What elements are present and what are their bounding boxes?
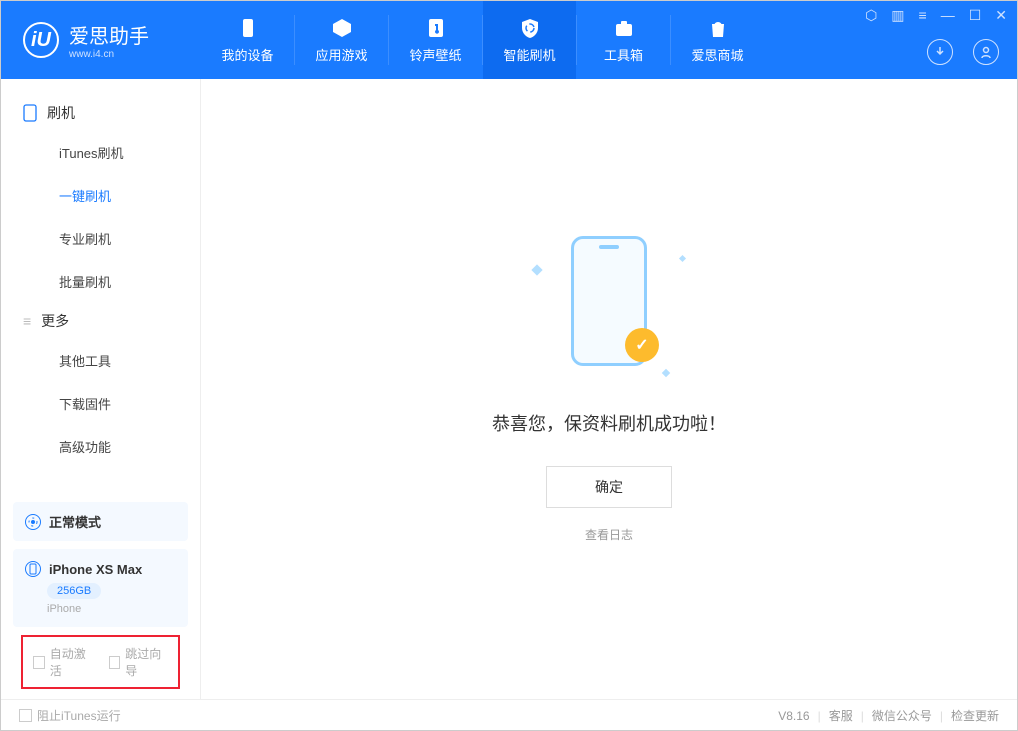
view-log-link[interactable]: 查看日志 xyxy=(585,526,633,543)
tab-flash[interactable]: 智能刷机 xyxy=(483,1,576,79)
sidebar-item-download-fw[interactable]: 下载固件 xyxy=(1,382,200,425)
device-icon xyxy=(25,561,41,577)
app-logo-icon: iU xyxy=(23,22,59,58)
header: iU 爱思助手 www.i4.cn 我的设备 应用游戏 铃声壁纸 智能刷机 工具… xyxy=(1,1,1017,79)
sidebar-item-pro-flash[interactable]: 专业刷机 xyxy=(1,217,200,260)
app-title: 爱思助手 xyxy=(69,20,149,49)
file-music-icon xyxy=(425,17,447,39)
tab-store[interactable]: 爱思商城 xyxy=(671,1,764,79)
device-type: iPhone xyxy=(47,603,81,615)
sidebar-item-advanced[interactable]: 高级功能 xyxy=(1,425,200,468)
phone-outline-icon xyxy=(23,104,37,122)
close-button[interactable]: ✕ xyxy=(995,7,1007,24)
app-subtitle: www.i4.cn xyxy=(69,49,149,60)
menu-icon[interactable]: ≡ xyxy=(919,7,927,24)
cube-icon xyxy=(331,17,353,39)
nav-tabs: 我的设备 应用游戏 铃声壁纸 智能刷机 工具箱 爱思商城 xyxy=(201,1,764,79)
briefcase-icon xyxy=(613,17,635,39)
bag-icon xyxy=(707,17,729,39)
phone-icon xyxy=(237,17,259,39)
block-itunes-checkbox[interactable]: 阻止iTunes运行 xyxy=(19,707,121,724)
minimize-button[interactable]: — xyxy=(941,7,955,24)
sidebar-item-batch-flash[interactable]: 批量刷机 xyxy=(1,260,200,303)
list-icon: ≡ xyxy=(23,313,31,329)
device-mode-label: 正常模式 xyxy=(49,512,101,531)
sidebar-item-other-tools[interactable]: 其他工具 xyxy=(1,339,200,382)
support-link[interactable]: 客服 xyxy=(829,707,853,724)
download-button[interactable] xyxy=(927,39,953,65)
tab-toolbox[interactable]: 工具箱 xyxy=(577,1,670,79)
tab-ringtone[interactable]: 铃声壁纸 xyxy=(389,1,482,79)
device-info-card[interactable]: iPhone XS Max 256GB iPhone xyxy=(13,549,188,627)
titlebar-controls: ⬡ ▥ ≡ — ☐ ✕ xyxy=(865,7,1007,24)
shirt-icon[interactable]: ⬡ xyxy=(865,7,877,24)
device-storage-badge: 256GB xyxy=(47,583,101,599)
device-name: iPhone XS Max xyxy=(49,562,142,577)
auto-activate-checkbox[interactable]: 自动激活 xyxy=(33,645,93,679)
sidebar-item-itunes-flash[interactable]: iTunes刷机 xyxy=(1,131,200,174)
sidebar: 刷机 iTunes刷机 一键刷机 专业刷机 批量刷机 ≡ 更多 其他工具 下载固… xyxy=(1,79,201,699)
user-button[interactable] xyxy=(973,39,999,65)
check-update-link[interactable]: 检查更新 xyxy=(951,707,999,724)
logo-area: iU 爱思助手 www.i4.cn xyxy=(1,20,201,60)
tab-my-device[interactable]: 我的设备 xyxy=(201,1,294,79)
statusbar: 阻止iTunes运行 V8.16 | 客服 | 微信公众号 | 检查更新 xyxy=(1,699,1017,731)
wechat-link[interactable]: 微信公众号 xyxy=(872,707,932,724)
device-area: 正常模式 iPhone XS Max 256GB iPhone 自动激活 跳过向… xyxy=(1,502,200,699)
shield-refresh-icon xyxy=(519,17,541,39)
note-icon[interactable]: ▥ xyxy=(891,7,904,24)
options-highlight-box: 自动激活 跳过向导 xyxy=(21,635,180,689)
main-content: ✓ 恭喜您，保资料刷机成功啦！ 确定 查看日志 xyxy=(201,79,1017,699)
success-message: 恭喜您，保资料刷机成功啦！ xyxy=(492,410,726,436)
version-label: V8.16 xyxy=(778,709,809,723)
skip-guide-checkbox[interactable]: 跳过向导 xyxy=(109,645,169,679)
ok-button[interactable]: 确定 xyxy=(546,466,672,508)
mode-icon xyxy=(25,514,41,530)
sidebar-section-more: ≡ 更多 xyxy=(1,303,200,339)
tab-app-games[interactable]: 应用游戏 xyxy=(295,1,388,79)
maximize-button[interactable]: ☐ xyxy=(969,7,982,24)
success-check-icon: ✓ xyxy=(625,328,659,362)
sidebar-section-flash: 刷机 xyxy=(1,95,200,131)
header-actions xyxy=(927,39,999,65)
success-illustration: ✓ xyxy=(519,236,699,386)
sidebar-item-onekey-flash[interactable]: 一键刷机 xyxy=(1,174,200,217)
device-mode-card[interactable]: 正常模式 xyxy=(13,502,188,541)
